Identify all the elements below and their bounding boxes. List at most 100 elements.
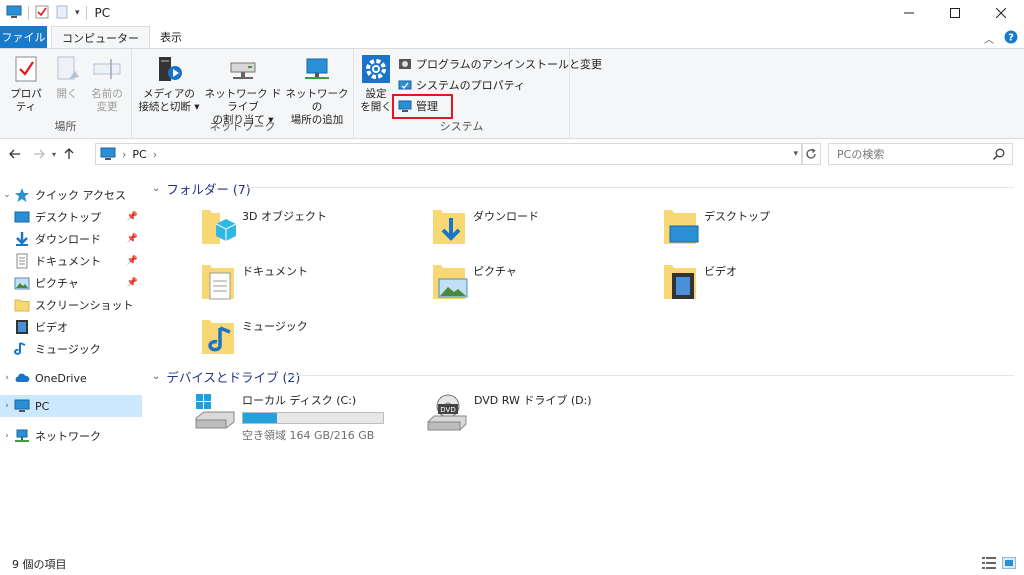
nav-label: ビデオ: [35, 321, 68, 334]
tab-view[interactable]: 表示: [150, 26, 192, 48]
open-icon: [57, 56, 79, 80]
nav-screenshots[interactable]: スクリーンショット: [0, 294, 142, 316]
nav-label: ネットワーク: [35, 430, 101, 443]
content-area: ⌄ フォルダー (7) 3D オブジェクト ダウンロード デスクトップ ドキュメ…: [146, 170, 1024, 550]
uninstall-program-button[interactable]: プログラムのアンインストールと変更: [398, 55, 602, 73]
nav-quick-access[interactable]: ⌄ クイック アクセス: [0, 184, 142, 206]
group-label-network: ネットワーク: [209, 120, 276, 133]
new-folder-quick-icon[interactable]: [55, 5, 69, 22]
nav-pictures[interactable]: ピクチャ 📌: [0, 272, 142, 294]
documents-folder-icon: [202, 265, 234, 300]
chevron-right-icon[interactable]: ›: [0, 431, 14, 441]
nav-downloads[interactable]: ダウンロード 📌: [0, 228, 142, 250]
dvd-drive-icon: DVD: [427, 394, 467, 431]
tab-computer[interactable]: コンピューター: [51, 26, 150, 48]
system-properties-button[interactable]: システムのプロパティ: [398, 76, 525, 94]
large-icons-view-icon[interactable]: [1001, 556, 1017, 572]
tab-file[interactable]: ファイル: [0, 26, 47, 48]
folder-name: ミュージック: [242, 320, 308, 333]
nav-videos[interactable]: ビデオ: [0, 316, 142, 338]
collapse-ribbon-icon[interactable]: ︿: [984, 31, 994, 46]
drive-d[interactable]: DVD DVD RW ドライブ (D:): [426, 392, 592, 432]
nav-music[interactable]: ミュージック: [0, 338, 142, 360]
pin-icon[interactable]: 📌: [127, 256, 138, 266]
drives-group-header[interactable]: ⌄ デバイスとドライブ (2): [152, 367, 300, 386]
help-icon[interactable]: ?: [1004, 30, 1018, 47]
properties-label: プロパティ: [10, 88, 42, 113]
nav-label: ミュージック: [35, 343, 101, 356]
navigation-pane: ⌄ クイック アクセス デスクトップ 📌 ダウンロード 📌 ドキュメント 📌 ピ…: [0, 180, 146, 550]
pin-icon[interactable]: 📌: [127, 278, 138, 288]
downloads-folder-icon: [433, 210, 465, 244]
folder-documents[interactable]: ドキュメント: [198, 259, 418, 309]
nav-desktop[interactable]: デスクトップ 📌: [0, 206, 142, 228]
properties-quick-icon[interactable]: [35, 5, 49, 22]
open-button[interactable]: 開く: [52, 53, 82, 101]
folder-downloads[interactable]: ダウンロード: [429, 204, 649, 254]
customize-quick-access-icon[interactable]: ▾: [75, 8, 80, 18]
details-view-icon[interactable]: [982, 557, 996, 572]
status-bar: 9 個の項目: [0, 553, 1024, 575]
svg-text:DVD: DVD: [440, 406, 455, 414]
desktop-folder-icon: [664, 210, 699, 244]
minimize-button[interactable]: [886, 0, 932, 26]
refresh-button[interactable]: [801, 143, 821, 165]
folder-name: 3D オブジェクト: [242, 210, 327, 223]
folders-header-label: フォルダー (7): [166, 182, 251, 197]
nav-pc[interactable]: › PC: [0, 395, 142, 417]
media-connect-button[interactable]: メディアの 接続と切断 ▾: [136, 53, 202, 114]
search-input[interactable]: PCの検索: [828, 143, 1013, 165]
recent-locations-button[interactable]: ▾: [48, 144, 60, 164]
add-network-location-button[interactable]: ネットワークの 場所の追加: [284, 53, 350, 127]
up-button[interactable]: [60, 144, 78, 164]
nav-onedrive[interactable]: › OneDrive: [0, 367, 142, 389]
pin-icon[interactable]: 📌: [127, 212, 138, 222]
forward-button[interactable]: [30, 144, 48, 164]
ribbon-tabs: ファイル コンピューター 表示 ︿ ?: [0, 26, 1024, 48]
nav-network[interactable]: › ネットワーク: [0, 425, 142, 447]
star-icon: [15, 188, 29, 202]
folders-group-header[interactable]: ⌄ フォルダー (7): [152, 179, 251, 198]
chevron-right-icon[interactable]: ›: [0, 401, 14, 411]
map-drive-label-1: ネットワーク ドライブ: [204, 88, 282, 113]
folder-music[interactable]: ミュージック: [198, 314, 418, 364]
chevron-right-icon[interactable]: ›: [0, 373, 14, 383]
close-button[interactable]: [978, 0, 1024, 26]
back-button[interactable]: [6, 144, 24, 164]
nav-documents[interactable]: ドキュメント 📌: [0, 250, 142, 272]
chevron-right-icon[interactable]: ›: [153, 148, 157, 161]
address-dropdown-icon[interactable]: ▾: [793, 149, 798, 159]
open-settings-button[interactable]: 設定 を開く: [358, 53, 394, 114]
rename-label-2: 変更: [96, 101, 118, 113]
nav-label: OneDrive: [35, 371, 87, 385]
download-icon: [16, 232, 28, 246]
properties-button[interactable]: プロパティ: [6, 53, 46, 114]
folder-3d-objects[interactable]: 3D オブジェクト: [198, 204, 418, 254]
network-drive-icon: [230, 62, 256, 79]
address-bar[interactable]: › PC › ▾: [95, 143, 803, 165]
pin-icon[interactable]: 📌: [127, 234, 138, 244]
nav-label: ピクチャ: [35, 277, 79, 290]
maximize-button[interactable]: [932, 0, 978, 26]
disk-usage-bar: [242, 412, 384, 424]
chevron-down-icon[interactable]: ⌄: [0, 190, 14, 200]
chevron-down-icon: ▾: [51, 149, 56, 159]
breadcrumb-pc[interactable]: PC: [132, 148, 146, 161]
folder-name: ピクチャ: [473, 265, 517, 278]
chevron-down-icon: ⌄: [152, 371, 161, 382]
folder-desktop[interactable]: デスクトップ: [660, 204, 880, 254]
drive-c[interactable]: ローカル ディスク (C:) 空き領域 164 GB/216 GB: [194, 392, 384, 443]
properties-icon: [15, 56, 37, 82]
search-placeholder: PCの検索: [837, 148, 885, 161]
folder-pictures[interactable]: ピクチャ: [429, 259, 649, 309]
network-icon: [15, 429, 29, 442]
group-label-system: システム: [439, 120, 484, 133]
rename-button[interactable]: 名前の 変更: [88, 53, 126, 114]
svg-text:?: ?: [1008, 33, 1014, 44]
folder-videos[interactable]: ビデオ: [660, 259, 880, 309]
nav-label: PC: [35, 399, 50, 413]
nav-label: スクリーンショット: [35, 299, 134, 312]
desktop-icon: [14, 211, 30, 223]
map-network-drive-button[interactable]: ネットワーク ドライブ の割り当て ▾: [202, 53, 284, 127]
pictures-icon: [14, 277, 30, 290]
